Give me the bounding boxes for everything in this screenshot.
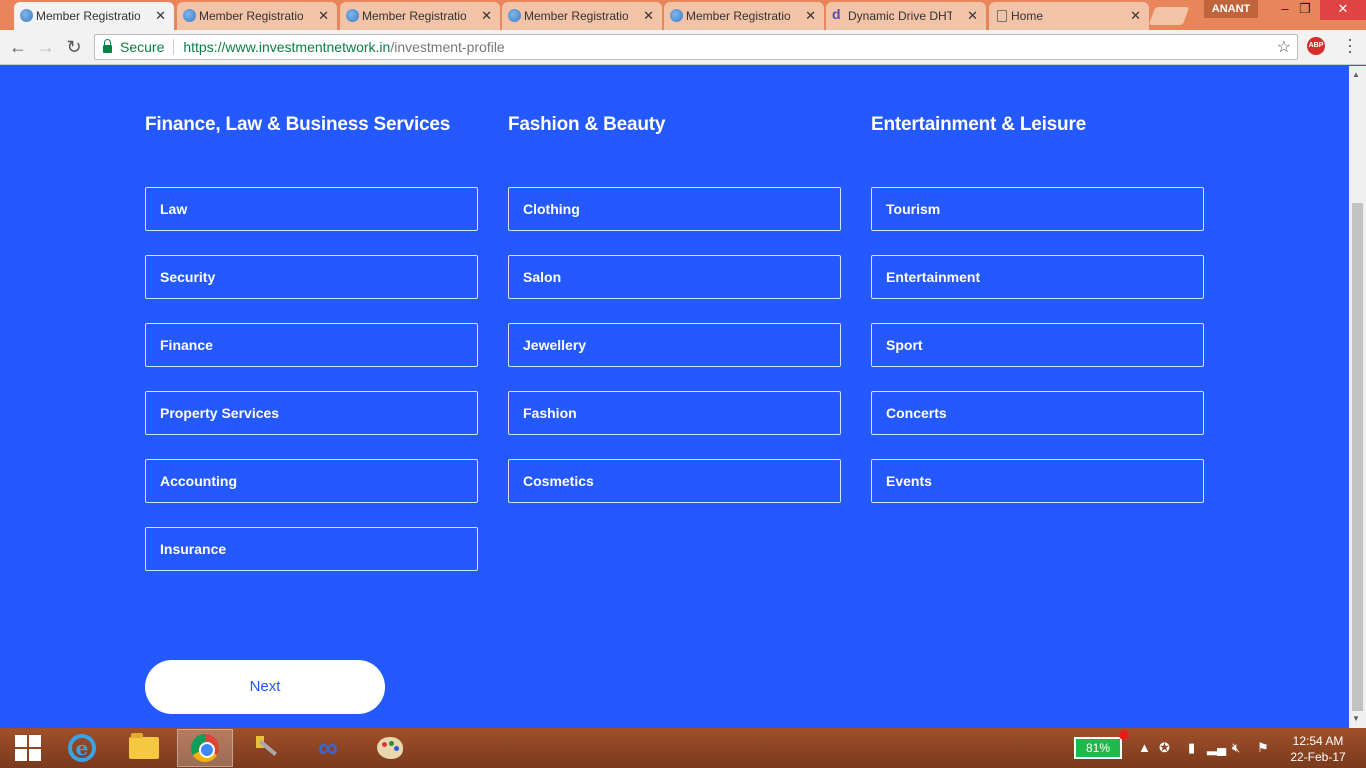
windows-logo-icon (15, 735, 41, 761)
tab-label: Member Registratio (362, 9, 466, 23)
secure-label: Secure (120, 39, 165, 55)
option-finance[interactable]: Finance (145, 323, 478, 367)
lock-icon (103, 39, 112, 53)
new-tab-button[interactable] (1148, 7, 1190, 25)
tab-label: Member Registratio (686, 9, 790, 23)
next-button[interactable]: Next (145, 660, 385, 714)
tools-icon (252, 734, 280, 762)
option-sport[interactable]: Sport (871, 323, 1204, 367)
url-path: /investment-profile (390, 39, 505, 55)
window-close-icon[interactable]: ✕ (1320, 0, 1366, 20)
taskbar-app[interactable]: ∞ (300, 729, 356, 767)
internet-explorer-icon: e (68, 734, 96, 762)
close-icon[interactable]: ✕ (1130, 8, 1141, 24)
browser-tab[interactable]: d Dynamic Drive DHT ✕ (826, 2, 986, 30)
scroll-thumb[interactable] (1352, 203, 1363, 711)
battery-icon[interactable]: ▮ (1188, 740, 1195, 756)
action-center-flag-icon[interactable]: ⚑ (1257, 740, 1269, 756)
option-events[interactable]: Events (871, 459, 1204, 503)
browser-tab[interactable]: Member Registratio ✕ (340, 2, 500, 30)
page-content: Finance, Law & Business Services Law Sec… (0, 66, 1349, 728)
back-icon[interactable]: ← (8, 37, 28, 58)
option-security[interactable]: Security (145, 255, 478, 299)
start-button[interactable] (0, 729, 56, 767)
category-heading: Finance, Law & Business Services (145, 114, 451, 135)
chrome-icon (191, 734, 219, 762)
scroll-down-icon[interactable]: ▼ (1352, 714, 1360, 723)
clock-date: 22-Feb-17 (1290, 750, 1346, 764)
category-heading: Entertainment & Leisure (871, 114, 1087, 135)
option-insurance[interactable]: Insurance (145, 527, 478, 571)
browser-tab[interactable]: Member Registratio ✕ (502, 2, 662, 30)
notification-dot (1119, 730, 1129, 740)
globe-icon (183, 9, 196, 22)
globe-icon (508, 9, 521, 22)
browser-tab-strip: Member Registratio ✕ Member Registratio … (0, 0, 1366, 30)
close-icon[interactable]: ✕ (155, 8, 166, 24)
clock-time: 12:54 AM (1292, 734, 1344, 748)
forward-icon[interactable]: → (36, 37, 56, 58)
option-entertainment[interactable]: Entertainment (871, 255, 1204, 299)
infinity-icon: ∞ (318, 732, 338, 763)
globe-icon (670, 9, 683, 22)
globe-icon (20, 9, 33, 22)
menu-icon[interactable]: · · · (1340, 30, 1360, 60)
volume-muted-icon[interactable]: 🔇︎ (1232, 740, 1240, 756)
dynamic-drive-icon: d (832, 6, 841, 22)
option-law[interactable]: Law (145, 187, 478, 231)
option-clothing[interactable]: Clothing (508, 187, 841, 231)
battery-indicator[interactable]: 81% (1074, 737, 1122, 759)
show-hidden-icons-icon[interactable]: ▲ (1138, 740, 1151, 755)
taskbar-internet-explorer[interactable]: e (54, 729, 110, 767)
option-accounting[interactable]: Accounting (145, 459, 478, 503)
browser-toolbar: ← → ↻ Secure https://www.investmentnetwo… (0, 30, 1366, 65)
folder-icon (129, 733, 159, 759)
option-cosmetics[interactable]: Cosmetics (508, 459, 841, 503)
option-concerts[interactable]: Concerts (871, 391, 1204, 435)
tab-label: Home (1011, 9, 1044, 23)
restore-icon[interactable]: ❐ (1288, 0, 1322, 20)
taskbar-paint[interactable] (362, 729, 418, 767)
paint-palette-icon (377, 737, 403, 759)
reload-icon[interactable]: ↻ (64, 37, 84, 58)
tab-label: Member Registratio (199, 9, 303, 23)
taskbar-tools[interactable] (238, 729, 294, 767)
network-globe-icon[interactable]: ✪ (1159, 740, 1170, 756)
close-icon[interactable]: ✕ (967, 8, 978, 24)
option-tourism[interactable]: Tourism (871, 187, 1204, 231)
option-fashion[interactable]: Fashion (508, 391, 841, 435)
browser-tab[interactable]: Home ✕ (989, 2, 1149, 30)
page-icon (997, 10, 1007, 22)
option-property-services[interactable]: Property Services (145, 391, 478, 435)
close-icon[interactable]: ✕ (318, 8, 329, 24)
url-host: https://www.investmentnetwork.in (183, 39, 391, 55)
tab-label: Dynamic Drive DHT (848, 9, 952, 23)
divider (173, 39, 175, 55)
scroll-up-icon[interactable]: ▲ (1352, 70, 1360, 79)
option-jewellery[interactable]: Jewellery (508, 323, 841, 367)
browser-tab[interactable]: Member Registratio ✕ (14, 2, 174, 30)
option-salon[interactable]: Salon (508, 255, 841, 299)
page-scrollbar[interactable]: ▲ ▼ (1349, 66, 1366, 728)
taskbar-chrome[interactable] (177, 729, 233, 767)
globe-icon (346, 9, 359, 22)
address-bar[interactable]: Secure https://www.investmentnetwork.in … (94, 34, 1298, 60)
category-heading: Fashion & Beauty (508, 114, 666, 135)
windows-taskbar: e ∞ 81% ▲ ✪ ▮ ▂▄ 🔇︎ ⚑ 12:54 AM 22-Feb-17 (0, 728, 1366, 768)
signal-icon[interactable]: ▂▄ (1207, 740, 1226, 756)
taskbar-file-explorer[interactable] (116, 729, 172, 767)
close-icon[interactable]: ✕ (643, 8, 654, 24)
browser-tab[interactable]: Member Registratio ✕ (664, 2, 824, 30)
close-icon[interactable]: ✕ (481, 8, 492, 24)
bookmark-star-icon[interactable]: ☆ (1277, 37, 1291, 57)
adblock-plus-icon[interactable]: ABP (1307, 37, 1325, 55)
profile-badge[interactable]: ANANT (1204, 0, 1258, 18)
tab-label: Member Registratio (36, 9, 140, 23)
close-icon[interactable]: ✕ (805, 8, 816, 24)
tab-label: Member Registratio (524, 9, 628, 23)
system-clock[interactable]: 12:54 AM 22-Feb-17 (1283, 733, 1353, 765)
browser-tab[interactable]: Member Registratio ✕ (177, 2, 337, 30)
